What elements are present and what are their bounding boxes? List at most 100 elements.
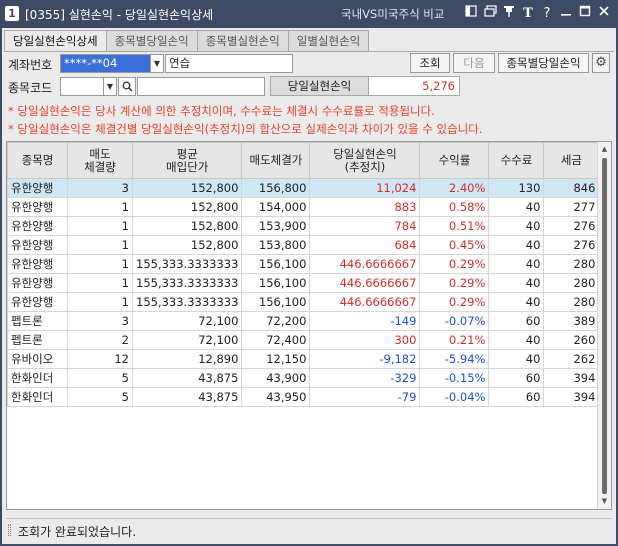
cell-fee: 40 — [488, 254, 545, 274]
vertical-scrollbar[interactable]: ▲ ▼ — [597, 142, 611, 509]
col-header-sell-qty[interactable]: 매도 체결량 — [67, 142, 133, 179]
table-row[interactable]: 유한양행 1 152,800 153,900 784 0.51% 40 276 — [7, 216, 600, 236]
col-header-fee[interactable]: 수수료 — [488, 142, 545, 179]
stock-name-field — [137, 77, 265, 96]
col-header-tax[interactable]: 세금 — [543, 142, 600, 179]
pin-icon[interactable] — [501, 5, 517, 22]
cell-stock-name: 펩트론 — [7, 330, 68, 350]
cell-return-rate: -0.15% — [419, 368, 490, 388]
title-bar[interactable]: 1 [0355] 실현손익 - 당일실현손익상세 국내VS미국주식 비교 T ? — [0, 0, 618, 28]
table-row[interactable]: 유한양행 1 155,333.3333333 156,100 446.6666667 0.… — [7, 292, 600, 312]
cell-avg-price: 72,100 — [131, 311, 243, 331]
font-size-icon[interactable]: T — [520, 5, 536, 22]
settings-gear-icon[interactable]: ⚙ — [592, 53, 610, 73]
cell-tax: 394 — [543, 387, 600, 407]
cell-avg-price: 152,800 — [131, 197, 243, 217]
col-header-avg-price[interactable]: 평균 매입단가 — [131, 142, 243, 179]
col-header-return-rate[interactable]: 수익률 — [419, 142, 490, 179]
cell-tax: 389 — [543, 311, 600, 331]
cell-realized-pnl: 883 — [309, 197, 421, 217]
cell-realized-pnl: 684 — [309, 235, 421, 255]
scroll-up-icon[interactable]: ▲ — [598, 143, 611, 156]
cell-avg-price: 72,100 — [131, 330, 243, 350]
cell-sell-price: 156,100 — [241, 292, 311, 312]
table-row[interactable]: 유한양행 1 155,333.3333333 156,100 446.6666667 0.… — [7, 273, 600, 293]
cell-tax: 280 — [543, 292, 600, 312]
detail-grid[interactable]: 종목명 매도 체결량 평균 매입단가 매도체결가 당일실현손익 (추정치) 수익률 수… — [6, 141, 612, 510]
minimize-icon[interactable] — [558, 5, 574, 22]
cell-tax: 262 — [543, 349, 600, 369]
daily-pnl-by-stock-button[interactable]: 종목별당일손익 — [498, 53, 589, 73]
cell-sell-qty: 1 — [67, 254, 133, 274]
account-name-field: 연습 — [165, 54, 293, 73]
cell-sell-price: 154,000 — [241, 197, 311, 217]
cell-return-rate: 0.29% — [419, 292, 490, 312]
stock-code-input[interactable] — [60, 77, 104, 96]
help-icon[interactable]: ? — [539, 5, 555, 22]
cell-sell-price: 43,900 — [241, 368, 311, 388]
cell-sell-price: 12,150 — [241, 349, 311, 369]
cell-fee: 40 — [488, 349, 545, 369]
cell-sell-qty: 3 — [67, 178, 133, 198]
restore-frame-icon[interactable] — [463, 5, 479, 22]
cell-return-rate: 0.29% — [419, 273, 490, 293]
cell-tax: 280 — [543, 273, 600, 293]
tab-daily-realized-pnl[interactable]: 일별실현손익 — [287, 30, 370, 51]
cell-stock-name: 유바이오 — [7, 349, 68, 369]
cell-return-rate: 0.58% — [419, 197, 490, 217]
cell-sell-qty: 12 — [67, 349, 133, 369]
cell-sell-price: 156,100 — [241, 273, 311, 293]
cell-sell-price: 156,800 — [241, 178, 311, 198]
next-button[interactable]: 다음 — [453, 53, 495, 73]
scroll-down-icon[interactable]: ▼ — [598, 495, 611, 508]
cell-avg-price: 43,875 — [131, 387, 243, 407]
account-dropdown-button[interactable]: ▼ — [150, 54, 164, 73]
cell-sell-price: 153,900 — [241, 216, 311, 236]
table-row[interactable]: 유바이오 12 12,890 12,150 -9,182 -5.94% 40 262 — [7, 349, 600, 369]
col-header-realized-pnl[interactable]: 당일실현손익 (추정치) — [309, 142, 421, 179]
table-row[interactable]: 유한양행 1 152,800 153,800 684 0.45% 40 276 — [7, 235, 600, 255]
table-row[interactable]: 한화인더 5 43,875 43,950 -79 -0.04% 60 394 — [7, 387, 600, 407]
close-icon[interactable] — [596, 5, 612, 22]
cell-realized-pnl: -149 — [309, 311, 421, 331]
search-icon[interactable] — [118, 77, 136, 96]
maximize-icon[interactable] — [577, 5, 593, 22]
cell-fee: 60 — [488, 311, 545, 331]
table-row[interactable]: 유한양행 1 155,333.3333333 156,100 446.6666667 0.… — [7, 254, 600, 274]
cell-realized-pnl: 784 — [309, 216, 421, 236]
col-header-stock-name[interactable]: 종목명 — [7, 142, 68, 179]
table-row[interactable]: 유한양행 3 152,800 156,800 11,024 2.40% 130 846 — [7, 178, 600, 198]
table-row[interactable]: 유한양행 1 152,800 154,000 883 0.58% 40 277 — [7, 197, 600, 217]
query-button[interactable]: 조회 — [410, 53, 450, 73]
cell-sell-qty: 2 — [67, 330, 133, 350]
cell-sell-price: 72,400 — [241, 330, 311, 350]
table-row[interactable]: 한화인더 5 43,875 43,900 -329 -0.15% 60 394 — [7, 368, 600, 388]
table-row[interactable]: 펩트론 3 72,100 72,200 -149 -0.07% 60 389 — [7, 311, 600, 331]
cell-tax: 394 — [543, 368, 600, 388]
tab-daily-realized-detail[interactable]: 당일실현손익상세 — [4, 30, 107, 52]
cell-stock-name: 펩트론 — [7, 311, 68, 331]
cell-sell-price: 72,200 — [241, 311, 311, 331]
cell-return-rate: -0.04% — [419, 387, 490, 407]
window-number-badge: 1 — [5, 6, 19, 21]
app-window: 1 [0355] 실현손익 - 당일실현손익상세 국내VS미국주식 비교 T ? — [0, 0, 618, 546]
cell-stock-name: 유한양행 — [7, 292, 68, 312]
cell-tax: 276 — [543, 235, 600, 255]
window-icon[interactable] — [482, 5, 498, 22]
scroll-thumb[interactable] — [602, 158, 607, 494]
table-row[interactable]: 펩트론 2 72,100 72,400 300 0.21% 40 260 — [7, 330, 600, 350]
cell-fee: 130 — [488, 178, 545, 198]
tab-realized-pnl-by-stock[interactable]: 종목별실현손익 — [196, 30, 289, 51]
account-number-field[interactable]: ****-**04 — [60, 54, 152, 73]
compare-link[interactable]: 국내VS미국주식 비교 — [341, 6, 444, 22]
status-bar: 조회가 완료되었습니다. — [6, 518, 612, 540]
status-grip-icon — [8, 524, 11, 536]
col-header-sell-price[interactable]: 매도체결가 — [241, 142, 311, 179]
cell-return-rate: -0.07% — [419, 311, 490, 331]
cell-avg-price: 152,800 — [131, 235, 243, 255]
cell-fee: 40 — [488, 216, 545, 236]
tab-daily-pnl-by-stock[interactable]: 종목별당일손익 — [105, 30, 198, 51]
cell-avg-price: 155,333.3333333 — [131, 273, 243, 293]
stock-code-dropdown-button[interactable]: ▼ — [103, 77, 117, 96]
cell-stock-name: 유한양행 — [7, 216, 68, 236]
